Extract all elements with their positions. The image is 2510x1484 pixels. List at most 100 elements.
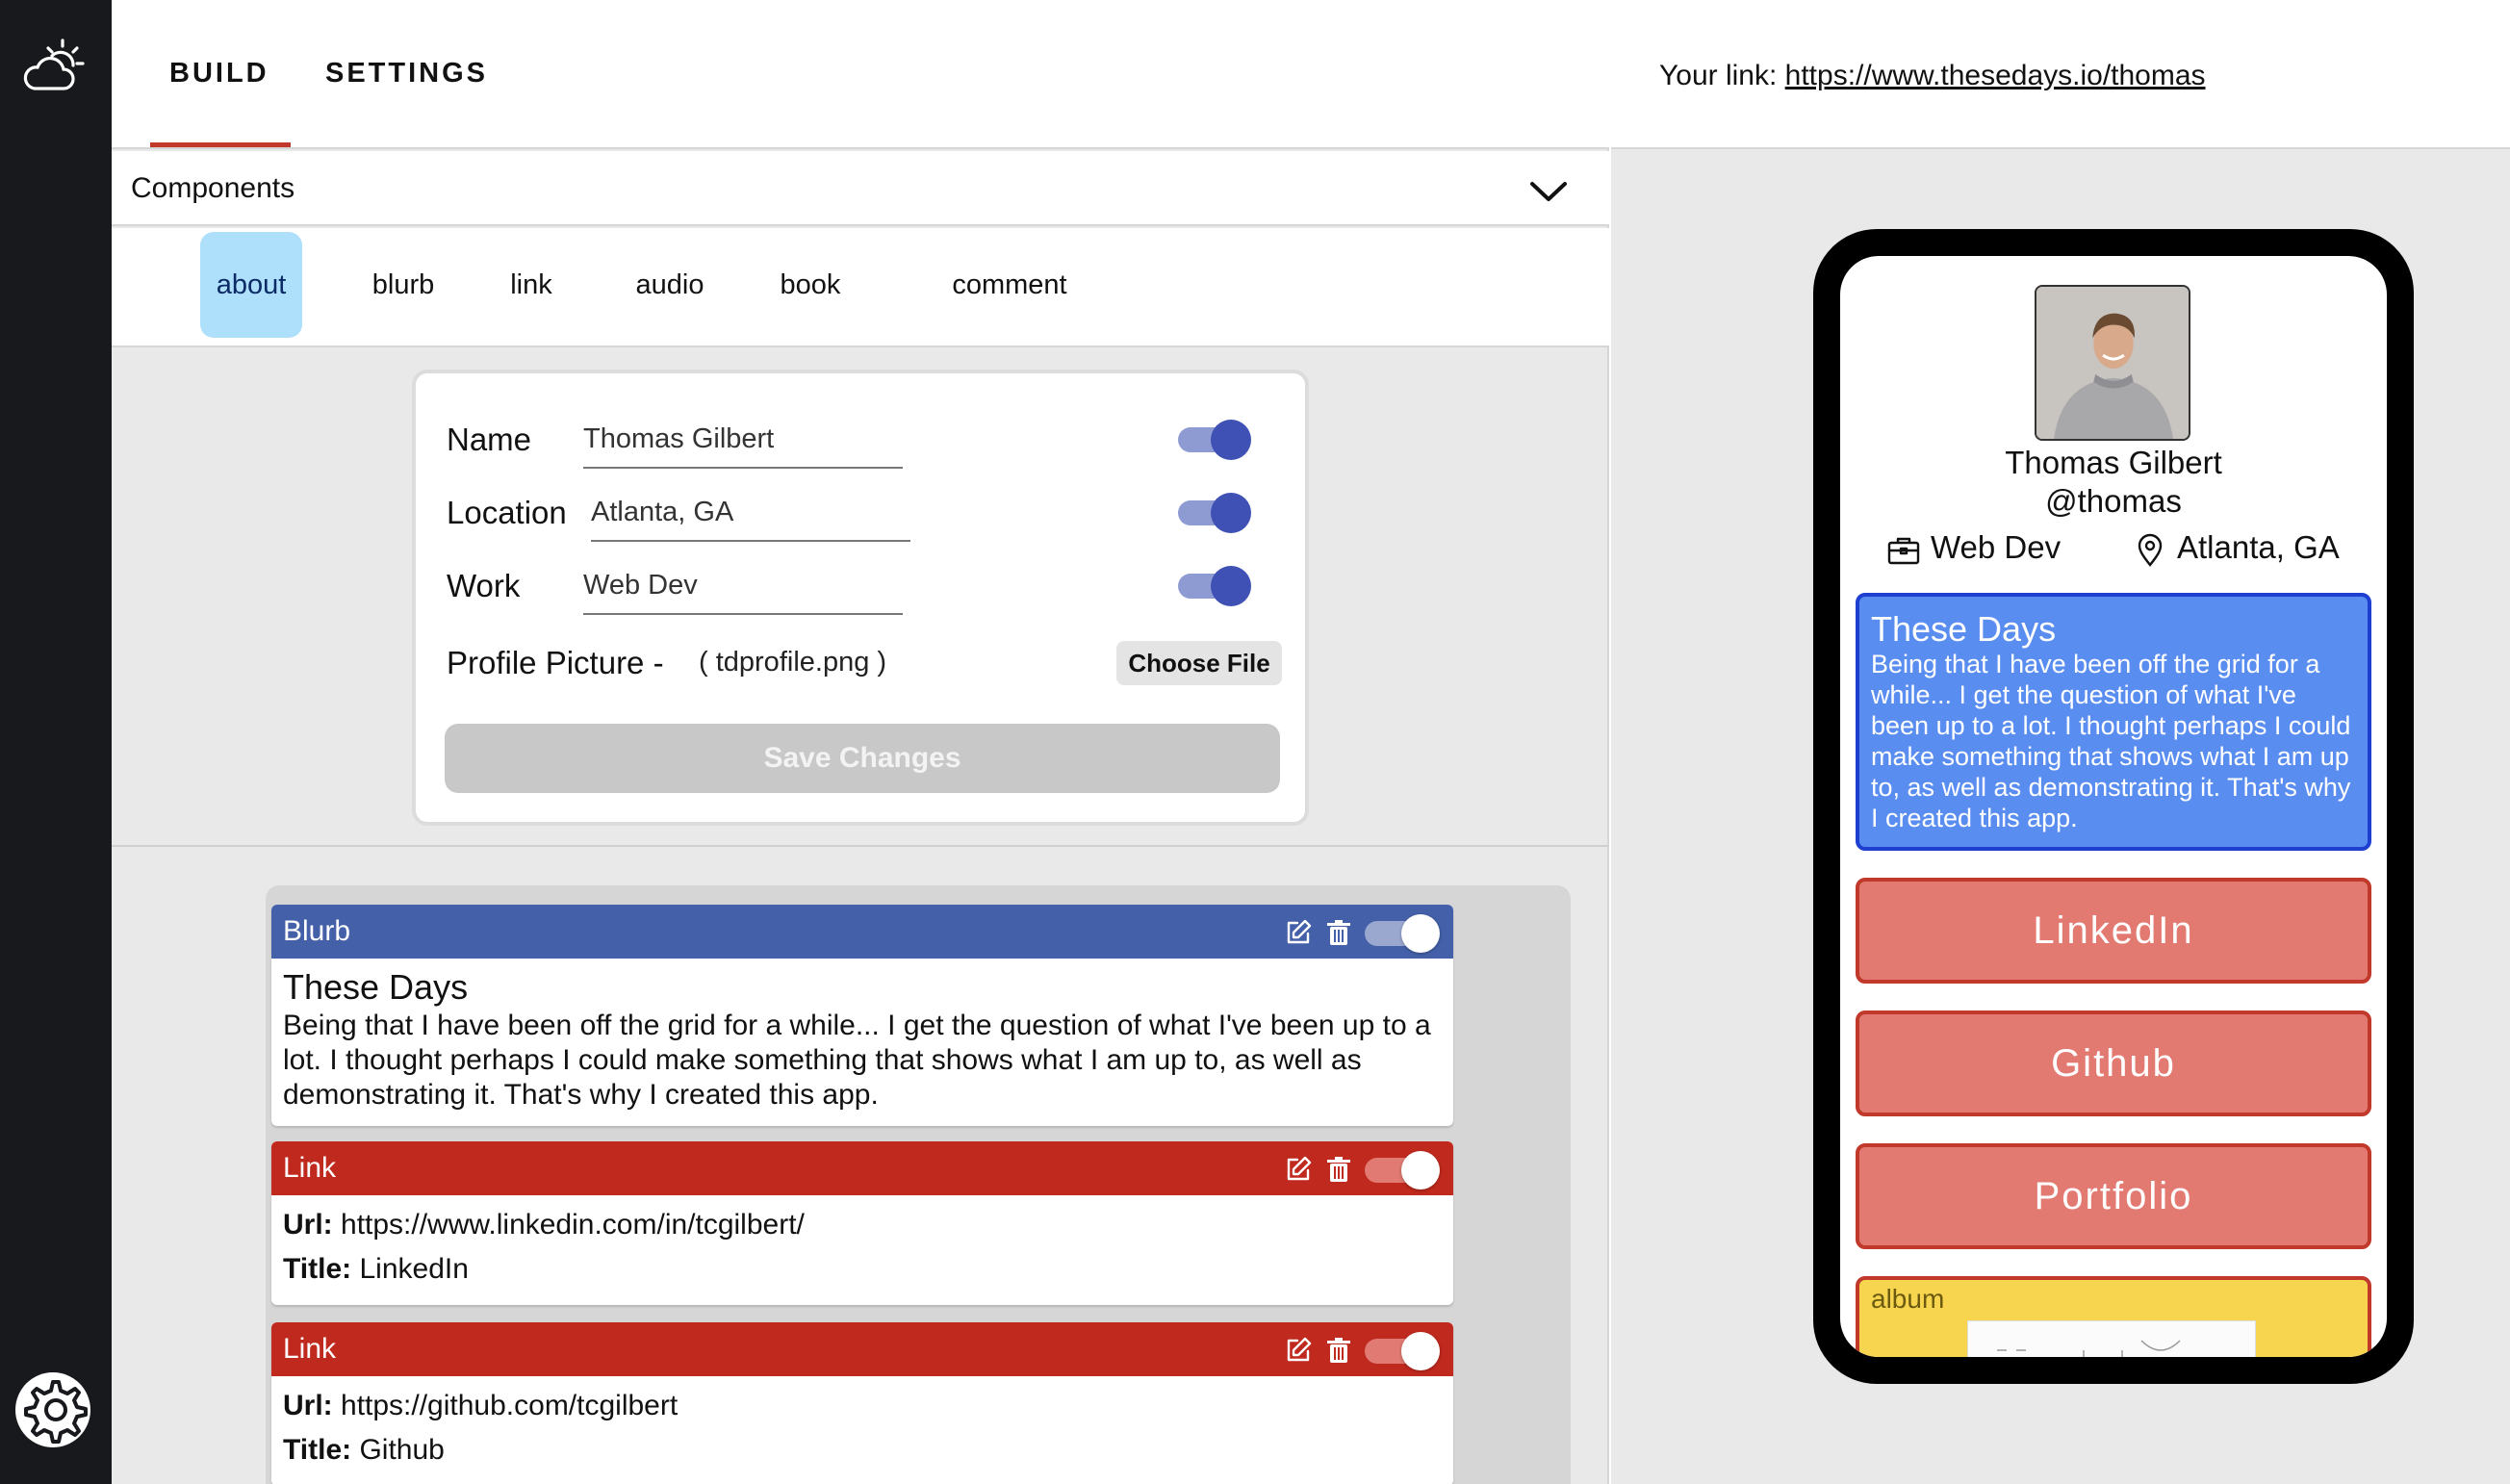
top-nav: BUILD SETTINGS — [112, 0, 1609, 149]
your-link: Your link: https://www.thesedays.io/thom… — [1659, 60, 2206, 92]
link-title: Github — [359, 1434, 445, 1466]
profile-location: Atlanta, GA — [2133, 529, 2340, 567]
link-title: LinkedIn — [359, 1253, 469, 1285]
preview-link-github[interactable]: Github — [1856, 1011, 2371, 1116]
trash-icon[interactable] — [1324, 1155, 1353, 1184]
your-link-label: Your link: — [1659, 60, 1778, 91]
component-item-header: Link — [271, 1322, 1453, 1376]
component-tab-comment[interactable]: comment — [897, 232, 1122, 338]
component-item-link: Link Url: https://www.linkedin.com/in/tc… — [271, 1141, 1453, 1305]
blurb-text: Being that I have been off the grid for … — [283, 1010, 1431, 1111]
name-visibility-toggle[interactable] — [1178, 420, 1251, 460]
avatar — [2035, 285, 2190, 441]
editor-panel: BUILD SETTINGS Components about blurb li… — [112, 0, 1609, 1484]
edit-icon[interactable] — [1284, 918, 1313, 947]
url-label: Url: — [283, 1209, 333, 1241]
title-label: Title: — [283, 1434, 352, 1466]
trash-icon[interactable] — [1324, 918, 1353, 947]
component-item-body: These Days Being that I have been off th… — [271, 959, 1453, 1126]
briefcase-icon — [1887, 537, 1920, 565]
gear-icon[interactable] — [12, 1369, 94, 1451]
profile-work: Web Dev — [1886, 529, 2061, 566]
component-item-body: Url: https://github.com/tcgilbert Title:… — [271, 1376, 1453, 1484]
item-enabled-toggle[interactable] — [1365, 914, 1442, 953]
component-type-tabs: about blurb link audio book comment — [112, 228, 1609, 347]
sun-cloud-icon[interactable] — [13, 35, 85, 106]
preview-blurb: These Days Being that I have been off th… — [1856, 593, 2371, 851]
link-url-row: Url: https://github.com/tcgilbert — [283, 1384, 1442, 1428]
location-label: Location — [447, 495, 567, 530]
tab-settings[interactable]: SETTINGS — [325, 58, 488, 90]
profile-picture-label: Profile Picture - — [447, 645, 664, 680]
link-url: https://github.com/tcgilbert — [341, 1390, 679, 1421]
preview-link-linkedin[interactable]: LinkedIn — [1856, 878, 2371, 984]
tab-build[interactable]: BUILD — [169, 58, 269, 90]
phone-frame: Thomas Gilbert @thomas Web Dev Atlanta, … — [1813, 229, 2414, 1384]
profile-name: Thomas Gilbert — [2005, 445, 2222, 480]
trash-icon[interactable] — [1324, 1336, 1353, 1365]
profile-photo — [2036, 287, 2189, 439]
toggle-knob — [1401, 914, 1440, 953]
component-item-type: Link — [283, 1152, 337, 1184]
link-title-row: Title: LinkedIn — [283, 1247, 1442, 1292]
choose-file-button[interactable]: Choose File — [1116, 641, 1282, 685]
profile-picture-filename: ( tdprofile.png ) — [699, 647, 887, 678]
side-rail — [0, 0, 112, 1484]
about-form: Name Thomas Gilbert Location Atlanta, GA… — [412, 370, 1309, 826]
toggle-knob — [1401, 1332, 1440, 1370]
component-item-link: Link Url: https://github.com/tcgilbert T… — [271, 1322, 1453, 1484]
component-tab-audio[interactable]: audio — [604, 232, 735, 338]
components-dropdown[interactable]: Components — [112, 151, 1609, 226]
component-item-header: Blurb — [271, 905, 1453, 959]
profile-handle: @thomas — [2045, 483, 2182, 519]
url-label: Url: — [283, 1390, 333, 1421]
toggle-knob — [1211, 420, 1251, 460]
preview-album[interactable]: album — [1856, 1276, 2371, 1357]
components-label: Components — [131, 172, 295, 204]
name-input[interactable]: Thomas Gilbert — [583, 423, 903, 469]
preview-blurb-text: Being that I have been off the grid for … — [1871, 650, 2351, 832]
toggle-knob — [1211, 566, 1251, 606]
work-label: Work — [447, 568, 521, 603]
your-link-url[interactable]: https://www.thesedays.io/thomas — [1785, 60, 2206, 91]
save-changes-button[interactable]: Save Changes — [445, 724, 1280, 793]
component-item-blurb: Blurb These Days Being that I have been … — [271, 905, 1453, 1126]
component-item-header: Link — [271, 1141, 1453, 1195]
toggle-knob — [1211, 493, 1251, 533]
edit-icon[interactable] — [1284, 1155, 1313, 1184]
location-input[interactable]: Atlanta, GA — [591, 497, 910, 542]
album-sketch — [1997, 1340, 2181, 1357]
component-tab-blurb[interactable]: blurb — [329, 232, 477, 338]
edit-icon[interactable] — [1284, 1336, 1313, 1365]
toggle-knob — [1401, 1151, 1440, 1190]
link-url-row: Url: https://www.linkedin.com/in/tcgilbe… — [283, 1203, 1442, 1247]
name-label: Name — [447, 422, 532, 457]
profile-location-text: Atlanta, GA — [2177, 529, 2340, 565]
section-divider — [112, 845, 1609, 847]
chevron-down-icon[interactable] — [1526, 168, 1571, 213]
work-visibility-toggle[interactable] — [1178, 566, 1251, 606]
album-cover — [1967, 1320, 2256, 1357]
component-tab-book[interactable]: book — [743, 232, 878, 338]
item-enabled-toggle[interactable] — [1365, 1332, 1442, 1370]
location-visibility-toggle[interactable] — [1178, 493, 1251, 533]
link-title-row: Title: Github — [283, 1428, 1442, 1472]
work-input[interactable]: Web Dev — [583, 570, 903, 615]
component-item-type: Link — [283, 1333, 337, 1365]
title-label: Title: — [283, 1253, 352, 1285]
component-item-body: Url: https://www.linkedin.com/in/tcgilbe… — [271, 1195, 1453, 1305]
component-tab-link[interactable]: link — [479, 232, 583, 338]
item-enabled-toggle[interactable] — [1365, 1151, 1442, 1190]
preview-link-portfolio[interactable]: Portfolio — [1856, 1143, 2371, 1249]
link-url: https://www.linkedin.com/in/tcgilbert/ — [341, 1209, 805, 1241]
location-pin-icon — [2138, 533, 2163, 567]
profile-work-text: Web Dev — [1931, 529, 2062, 565]
preview-blurb-title: These Days — [1871, 609, 2057, 649]
album-label: album — [1871, 1284, 1945, 1314]
preview-header: Your link: https://www.thesedays.io/thom… — [1611, 0, 2510, 149]
component-item-type: Blurb — [283, 915, 351, 947]
active-tab-indicator — [150, 142, 291, 147]
phone-screen: Thomas Gilbert @thomas Web Dev Atlanta, … — [1840, 256, 2387, 1357]
preview-panel: Your link: https://www.thesedays.io/thom… — [1611, 0, 2510, 1484]
component-tab-about[interactable]: about — [200, 232, 302, 338]
